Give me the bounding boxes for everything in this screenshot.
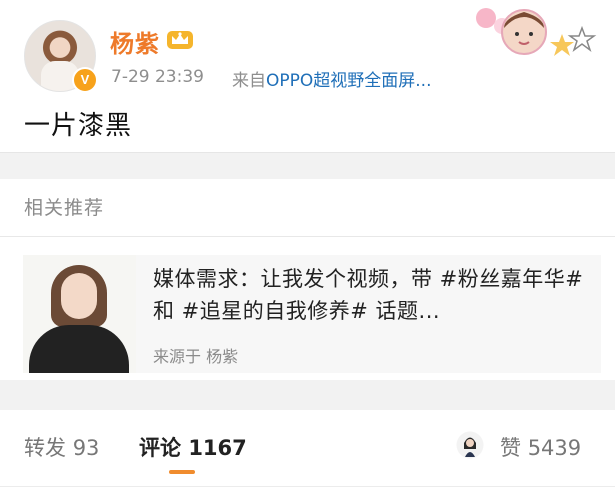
comment-label: 评论 <box>139 436 181 460</box>
like-label: 赞 <box>500 436 521 460</box>
post-timestamp: 7-29 23:39 <box>111 67 204 87</box>
recommend-card-source: 来源于 杨紫 <box>153 347 239 366</box>
active-tab-indicator <box>169 470 195 474</box>
repost-tab[interactable]: 转发 93 <box>24 432 99 462</box>
divider-line <box>0 236 615 237</box>
recommend-thumbnail[interactable] <box>23 255 136 373</box>
repost-label: 转发 <box>24 436 66 460</box>
comment-count: 1167 <box>188 436 247 460</box>
like-user-avatar[interactable] <box>456 431 484 459</box>
post-body-text: 一片漆黑 <box>24 111 133 141</box>
section-divider <box>0 380 615 410</box>
verified-badge-icon: V <box>72 67 98 93</box>
section-divider <box>0 152 615 179</box>
crown-icon <box>167 31 193 49</box>
recommend-card-title[interactable]: 媒体需求：让我发个视频，带 #粉丝嘉年华# 和 #追星的自我修养# 话题... <box>153 263 593 327</box>
source-link[interactable]: OPPO超视野全面屏... <box>266 71 431 91</box>
recommend-section-title: 相关推荐 <box>24 197 105 219</box>
divider-line <box>0 486 615 487</box>
decorative-sticker <box>476 8 597 56</box>
comment-tab[interactable]: 评论 1167 <box>139 432 247 462</box>
like-count: 5439 <box>527 436 582 460</box>
like-tab[interactable]: 赞 5439 <box>500 432 581 462</box>
username[interactable]: 杨紫 <box>110 24 160 59</box>
source-prefix: 来自 <box>232 71 266 91</box>
post-source: 来自OPPO超视野全面屏... <box>232 66 431 91</box>
repost-count: 93 <box>72 436 100 460</box>
